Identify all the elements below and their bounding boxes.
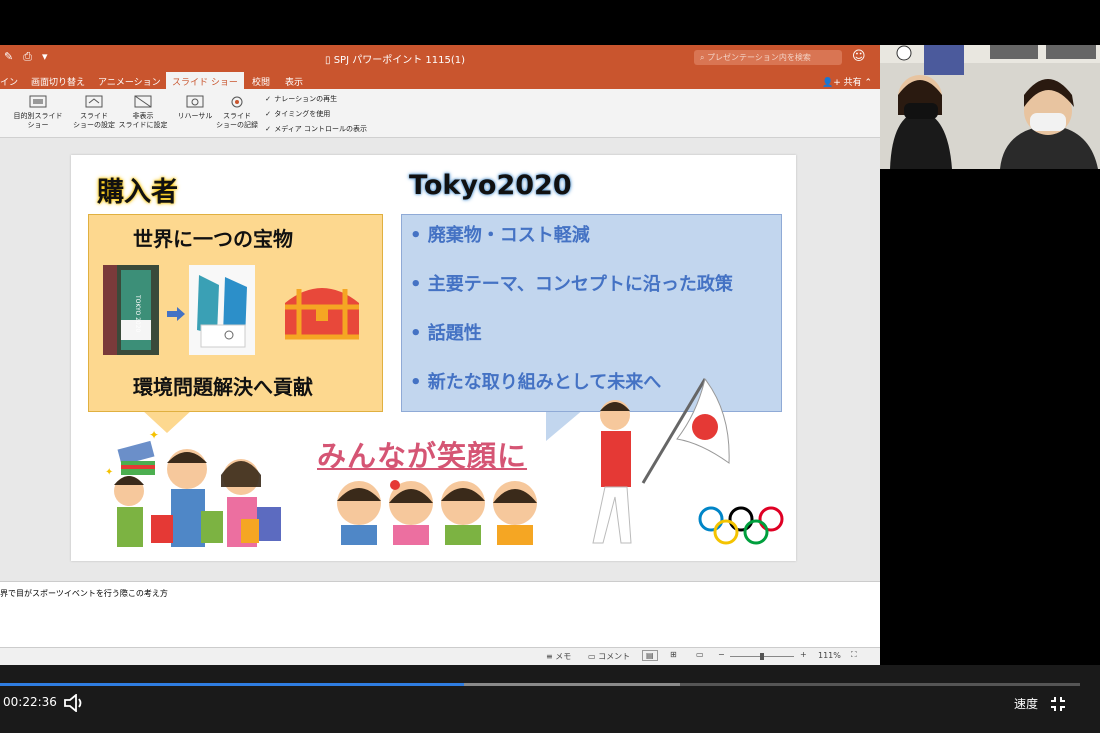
bullet-2: • 主要テーマ、コンセプトに沿った政策 xyxy=(410,274,733,295)
webcam-video xyxy=(880,45,1100,169)
setup-show-icon xyxy=(85,95,103,108)
playback-speed-button[interactable]: 速度 xyxy=(1014,695,1038,712)
slide[interactable]: 購入者 Tokyo2020 世界に一つの宝物 TOKYO 2020 環境問題解決… xyxy=(71,155,796,561)
progress-played[interactable] xyxy=(0,683,465,686)
buyer-bottom-text: 環境問題解決へ貢献 xyxy=(133,375,313,399)
checkmark-icon: ✓ xyxy=(265,125,271,133)
shopping-family-illustration: ✦✦ xyxy=(105,428,281,547)
status-bar: ≡ メモ ▭ コメント ▤ ⊞ ▭ − + 111% ⛶ xyxy=(0,647,880,665)
share-button[interactable]: 👤+ 共有 ⌃ xyxy=(822,75,872,88)
checkmark-icon: ✓ xyxy=(265,110,271,118)
tab-view[interactable]: 表示 xyxy=(285,75,303,88)
ribbon-tabs: イン 画面切り替え アニメーション スライド ショー 校閲 表示 👤+ 共有 ⌃ xyxy=(0,71,880,91)
bullet-3: • 話題性 xyxy=(410,323,482,344)
timing-checkbox[interactable]: ✓ タイミングを使用 xyxy=(264,109,330,119)
volume-icon[interactable] xyxy=(64,694,86,712)
ribbon-slideshow: 目的別スライド ショー スライド ショーの設定 非表示 スライドに設定 リハーサ… xyxy=(0,89,880,138)
video-player-controls: 00:22:36 速度 xyxy=(0,665,1100,733)
search-icon: ⌕ xyxy=(700,53,705,62)
arrow-right-icon xyxy=(167,307,185,321)
reading-view-button[interactable]: ▭ xyxy=(696,650,704,659)
current-time: 00:22:36 xyxy=(3,695,57,709)
record-show-button[interactable]: スライド ショーの記録 xyxy=(214,95,260,130)
svg-text:✦: ✦ xyxy=(149,428,159,442)
search-input[interactable]: ⌕ プレゼンテーション内を検索 xyxy=(694,50,842,65)
print-icon[interactable]: ⎙ xyxy=(23,50,32,64)
add-person-icon: 👤+ xyxy=(822,78,841,88)
reading-view-icon: ▭ xyxy=(696,650,704,659)
customize-dropdown-icon[interactable]: ▾ xyxy=(42,50,48,64)
checkmark-icon: ✓ xyxy=(265,95,271,103)
feedback-smiley-icon[interactable]: ☺ xyxy=(852,49,866,64)
tokyo-heading: Tokyo2020 xyxy=(409,170,572,201)
tab-transitions[interactable]: 画面切り替え xyxy=(31,75,85,88)
exit-fullscreen-icon[interactable] xyxy=(1050,696,1066,712)
bag-photo xyxy=(189,265,255,355)
tab-design[interactable]: イン xyxy=(0,75,18,88)
normal-view-button[interactable]: ▤ xyxy=(642,650,658,661)
tab-review[interactable]: 校閲 xyxy=(252,75,270,88)
hide-slide-icon xyxy=(134,95,152,108)
collapse-ribbon-icon: ⌃ xyxy=(864,78,873,88)
quick-access-toolbar: ✎ ⎙ ▾ xyxy=(4,50,48,64)
document-icon: ▯ xyxy=(325,55,331,66)
treasure-chest-icon xyxy=(285,288,359,340)
olympic-rings-icon xyxy=(698,506,784,545)
smiling-kids-illustration xyxy=(337,480,537,545)
zoom-slider-thumb[interactable] xyxy=(760,653,764,660)
normal-view-icon: ▤ xyxy=(646,651,654,660)
banner-photo-label: TOKYO 2020 xyxy=(134,294,141,333)
rehearse-button[interactable]: リハーサル xyxy=(176,95,214,121)
svg-text:✦: ✦ xyxy=(105,467,113,478)
record-icon xyxy=(231,96,243,108)
slide-sorter-button[interactable]: ⊞ xyxy=(670,650,677,659)
slide-sorter-icon: ⊞ xyxy=(670,650,677,659)
center-slogan: みんなが笑顔に xyxy=(317,439,528,473)
custom-show-icon xyxy=(29,95,47,108)
comments-toggle-button[interactable]: ▭ コメント xyxy=(588,651,630,662)
rehearse-icon xyxy=(186,95,204,108)
edit-icon[interactable]: ✎ xyxy=(4,50,13,64)
zoom-out-button[interactable]: − xyxy=(718,650,725,659)
setup-show-button[interactable]: スライド ショーの設定 xyxy=(72,95,116,130)
buyer-heading: 購入者 xyxy=(97,177,178,208)
zoom-level[interactable]: 111% xyxy=(818,651,841,660)
hide-slide-button[interactable]: 非表示 スライドに設定 xyxy=(118,95,168,130)
buyer-title: 世界に一つの宝物 xyxy=(133,227,293,251)
narration-checkbox[interactable]: ✓ ナレーションの再生 xyxy=(264,94,337,104)
notes-icon: ≡ xyxy=(546,652,553,661)
bullet-1: • 廃棄物・コスト軽減 xyxy=(410,225,590,246)
slide-canvas[interactable]: 購入者 Tokyo2020 世界に一つの宝物 TOKYO 2020 環境問題解決… xyxy=(0,138,880,581)
notes-text: 界で目がスポーツイベントを行う際この考え方 xyxy=(0,589,168,598)
document-title: ▯ SPJ パワーポイント 1115(1) xyxy=(325,55,466,66)
webcam-feed xyxy=(880,45,1100,169)
title-bar: ✎ ⎙ ▾ ▯ SPJ パワーポイント 1115(1) ⌕ プレゼンテーション内… xyxy=(0,45,880,71)
banner-photo: TOKYO 2020 xyxy=(103,265,159,355)
tokyo-callout-tail xyxy=(546,409,584,441)
comment-icon: ▭ xyxy=(588,652,596,661)
notes-pane[interactable]: 界で目がスポーツイベントを行う際この考え方 xyxy=(0,581,880,648)
media-controls-checkbox[interactable]: ✓ メディア コントロールの表示 xyxy=(264,124,367,134)
tab-animations[interactable]: アニメーション xyxy=(98,75,161,88)
fit-to-window-icon[interactable]: ⛶ xyxy=(851,650,857,660)
custom-show-button[interactable]: 目的別スライド ショー xyxy=(12,95,64,130)
powerpoint-window: ✎ ⎙ ▾ ▯ SPJ パワーポイント 1115(1) ⌕ プレゼンテーション内… xyxy=(0,45,880,665)
zoom-in-button[interactable]: + xyxy=(800,650,807,659)
buyer-callout: 世界に一つの宝物 TOKYO 2020 環境問題解決へ貢献 xyxy=(88,214,383,412)
notes-toggle-button[interactable]: ≡ メモ xyxy=(546,651,571,662)
